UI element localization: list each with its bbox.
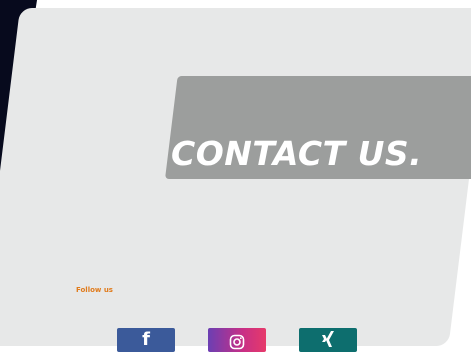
page-title: CONTACT US.: [171, 134, 423, 173]
facebook-link[interactable]: f: [117, 328, 175, 352]
instagram-link[interactable]: [208, 328, 266, 352]
instagram-icon: [229, 334, 245, 352]
facebook-icon: f: [142, 329, 150, 350]
xing-icon: [318, 329, 338, 352]
xing-link[interactable]: [299, 328, 357, 352]
follow-us-label: Follow us: [76, 286, 113, 294]
